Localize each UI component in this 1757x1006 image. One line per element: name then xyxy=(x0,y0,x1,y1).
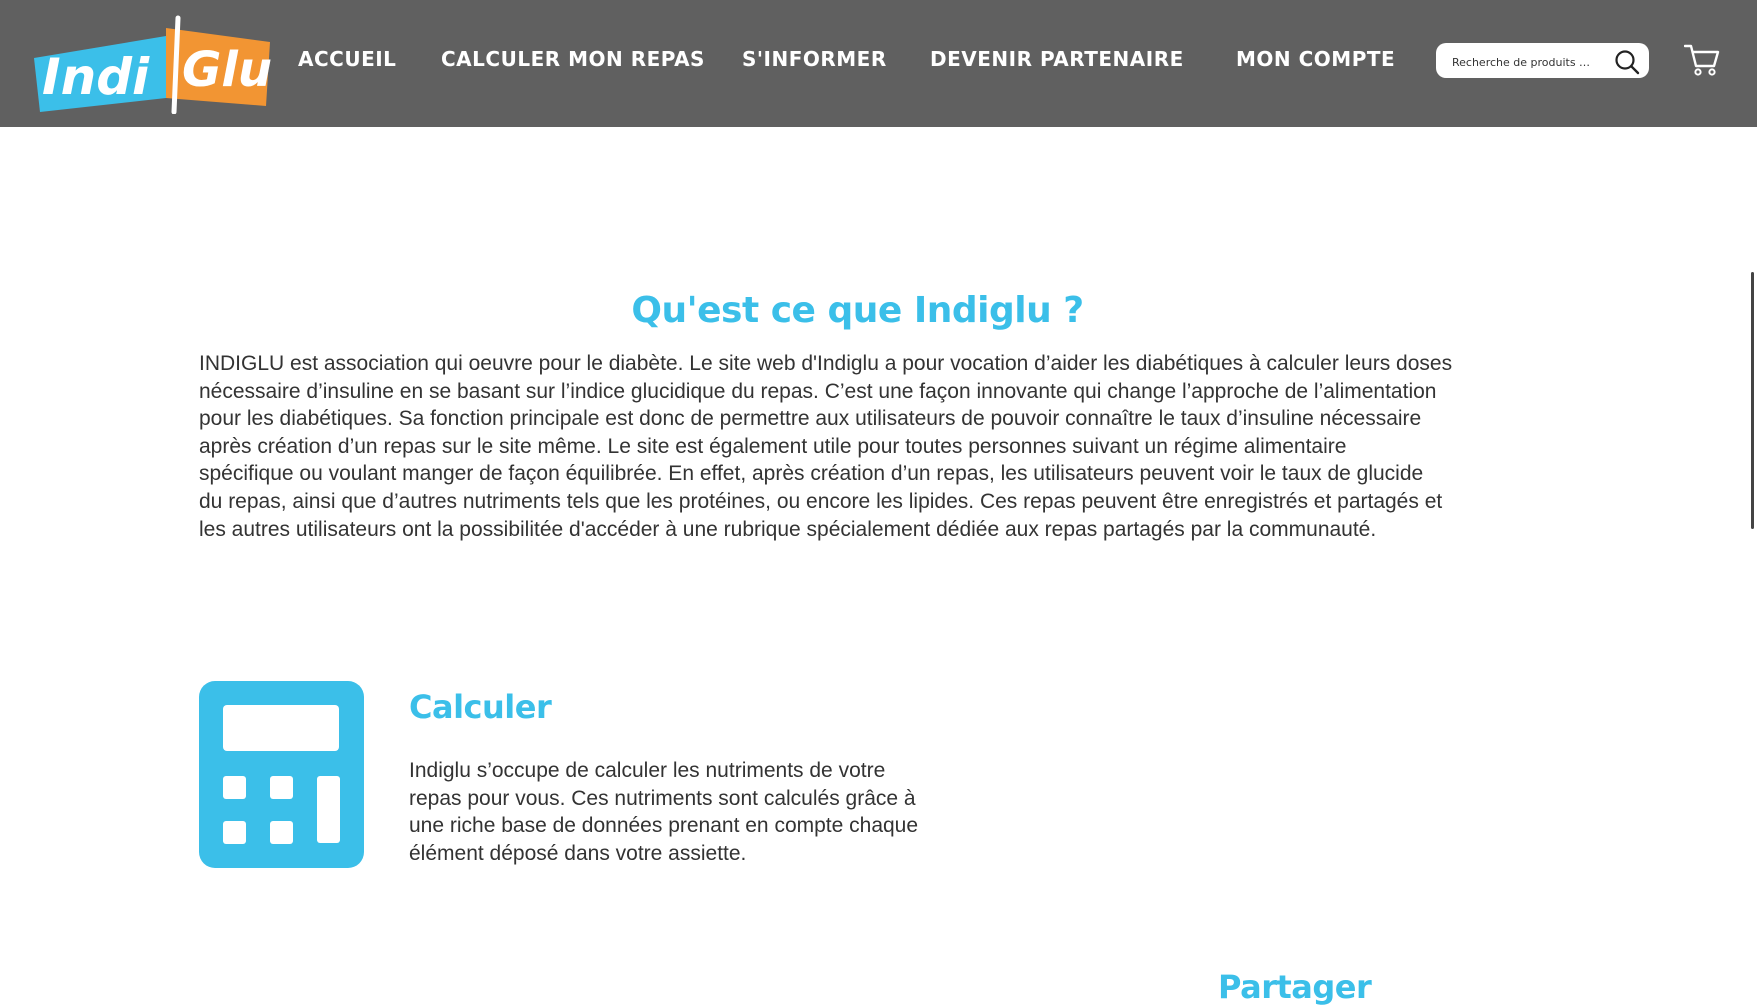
svg-text:Indi: Indi xyxy=(42,48,150,106)
nav-s-informer[interactable]: S'INFORMER xyxy=(742,47,887,71)
intro-line: du repas, ainsi que d’autres nutriments … xyxy=(199,489,1443,513)
feature-line: élément déposé dans votre assiette. xyxy=(409,841,747,865)
section-title: Qu'est ce que Indiglu ? xyxy=(631,289,1084,331)
intro-line: nécessaire d’insuline en se basant sur l… xyxy=(199,379,1437,403)
intro-line: après création d’un repas sur le site mê… xyxy=(199,434,1347,458)
nav-accueil[interactable]: ACCUEIL xyxy=(298,47,396,71)
search-icon[interactable] xyxy=(1614,49,1640,75)
feature-title-partager: Partager xyxy=(1218,968,1372,1006)
intro-line: spécifique ou voulant manger de façon éq… xyxy=(199,462,1424,486)
nav-calculer-mon-repas[interactable]: CALCULER MON REPAS xyxy=(441,47,705,71)
feature-line: une riche base de données prenant en com… xyxy=(409,814,919,838)
indiglu-logo[interactable]: Indi Glu xyxy=(30,14,274,114)
intro-line: les autres utilisateurs ont la possibili… xyxy=(199,517,1377,541)
intro-paragraph: INDIGLU est association qui oeuvre pour … xyxy=(199,350,1564,543)
site-header: Indi Glu ACCUEIL CALCULER MON REPAS S'IN… xyxy=(0,0,1757,127)
search-input[interactable] xyxy=(1450,51,1604,73)
scrollbar-thumb[interactable] xyxy=(1751,272,1754,529)
nav-mon-compte[interactable]: MON COMPTE xyxy=(1236,47,1395,71)
calculator-icon xyxy=(199,681,364,868)
feature-line: repas pour vous. Ces nutriments sont cal… xyxy=(409,786,916,810)
feature-line: Indiglu s’occupe de calculer les nutrime… xyxy=(409,759,886,782)
cart-icon[interactable] xyxy=(1684,43,1720,77)
intro-line: pour les diabétiques. Sa fonction princi… xyxy=(199,407,1422,431)
feature-title-calculer: Calculer xyxy=(409,688,552,726)
product-search xyxy=(1436,43,1649,78)
intro-line: INDIGLU est association qui oeuvre pour … xyxy=(199,352,1453,375)
feature-text-calculer: Indiglu s’occupe de calculer les nutrime… xyxy=(409,757,969,867)
svg-text:Glu: Glu xyxy=(182,42,272,98)
nav-devenir-partenaire[interactable]: DEVENIR PARTENAIRE xyxy=(930,47,1184,71)
